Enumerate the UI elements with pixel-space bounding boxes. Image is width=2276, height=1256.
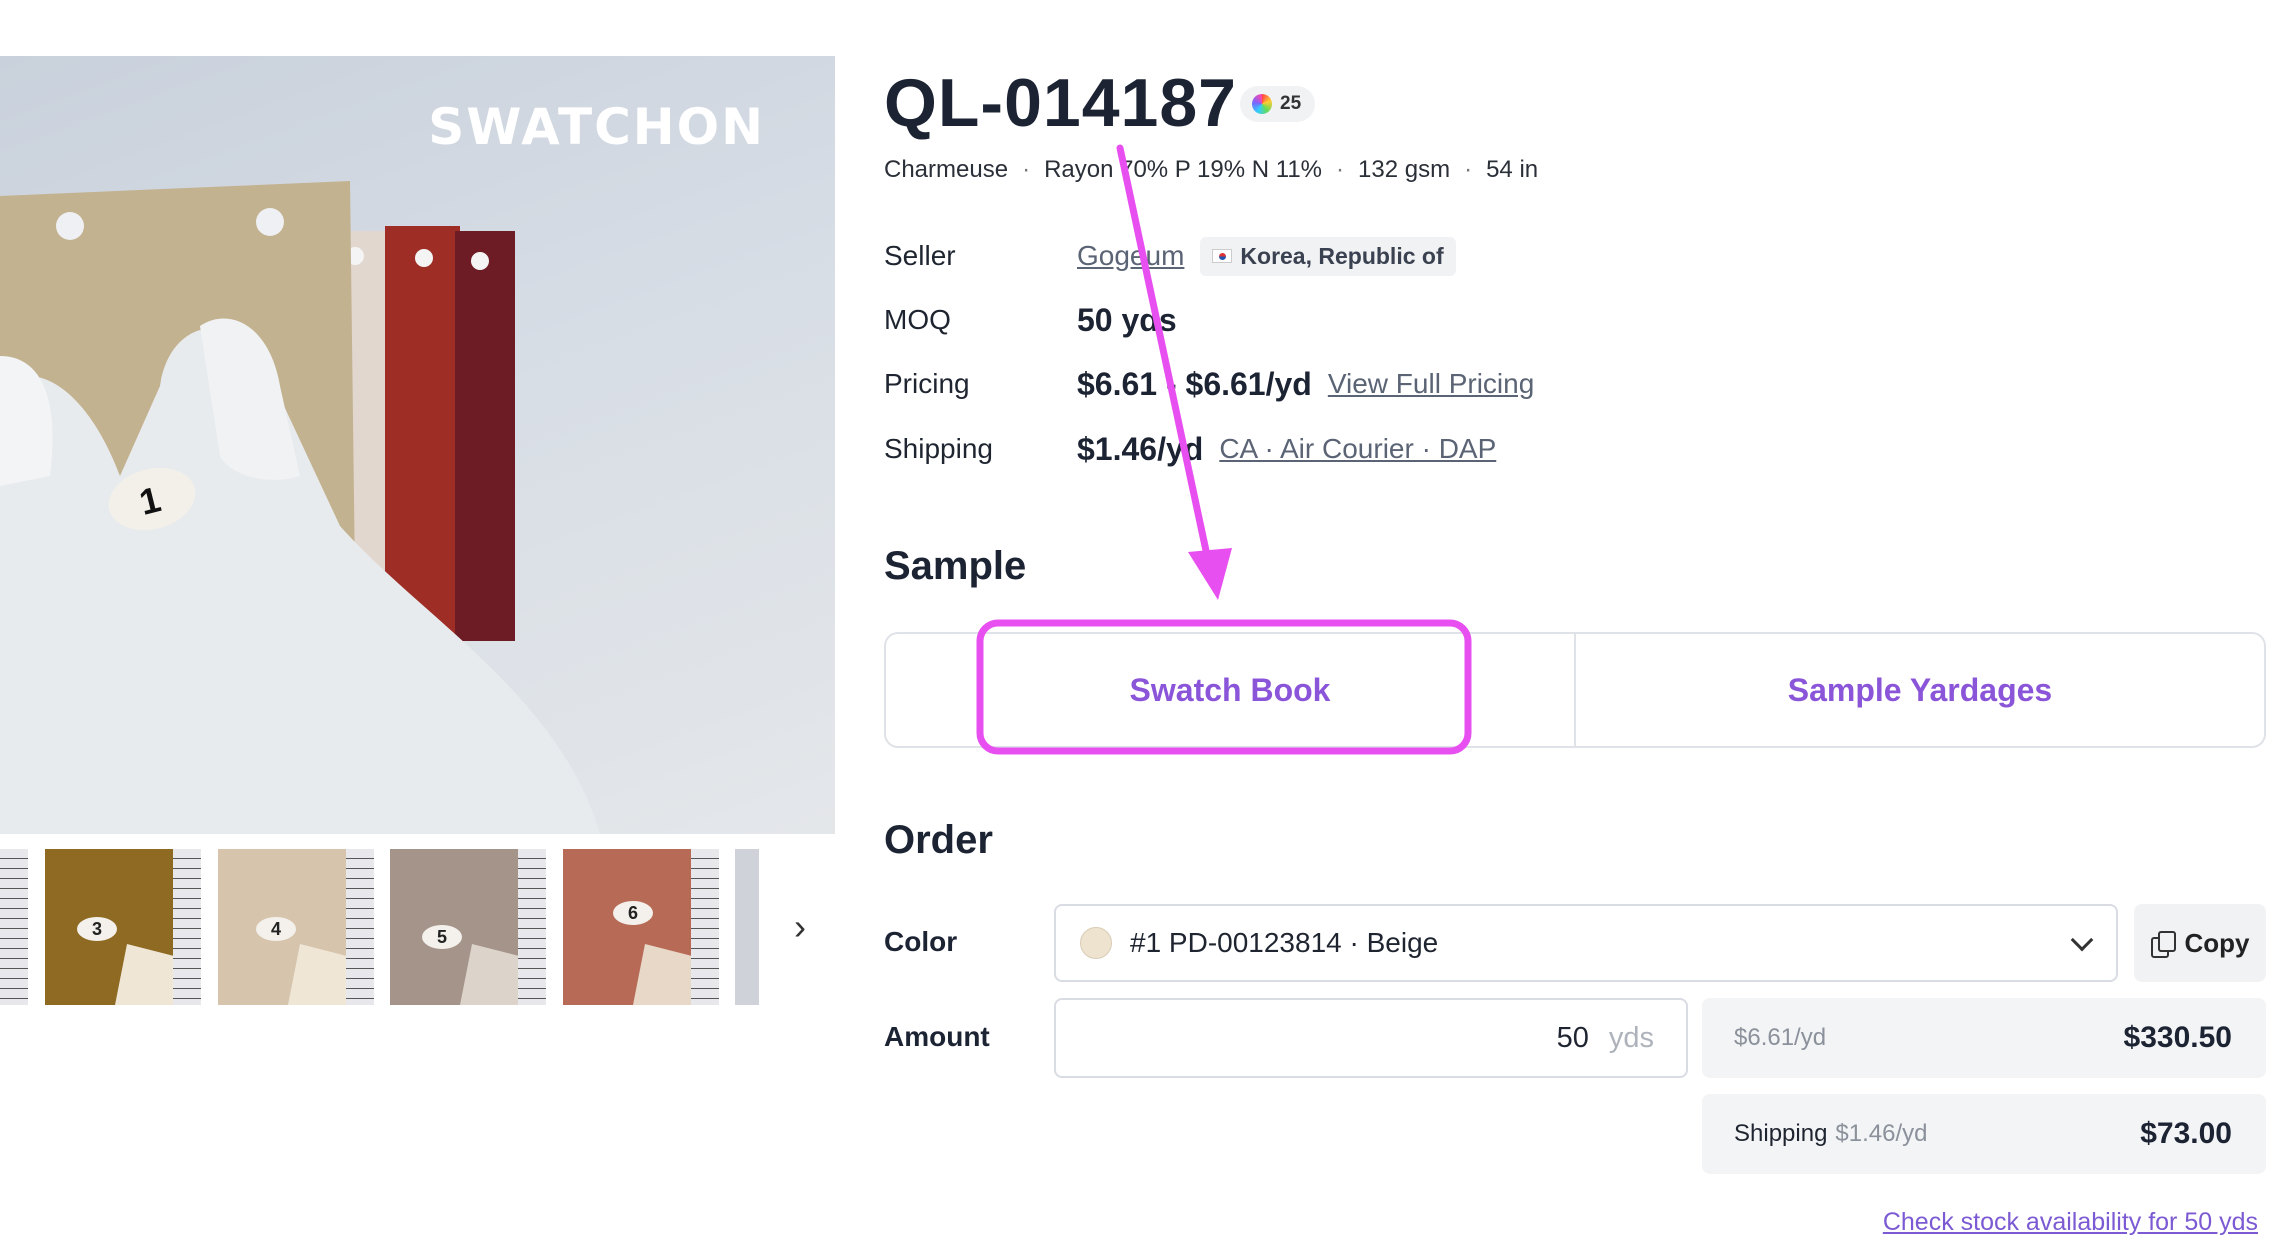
view-full-pricing-link[interactable]: View Full Pricing [1328, 368, 1534, 400]
shipping-total: $73.00 [2140, 1117, 2232, 1150]
shipping-cost-label: Shipping [1734, 1120, 1828, 1147]
copy-icon [2150, 931, 2176, 958]
spec-weave: Charmeuse [884, 156, 1009, 183]
order-section-title: Order [884, 818, 993, 862]
thumbnail-4[interactable]: 4 [218, 849, 374, 1005]
amount-input[interactable]: 50 yds [1054, 998, 1688, 1078]
sample-section-title: Sample [884, 544, 1027, 588]
sample-yardages-button[interactable]: Sample Yardages [1574, 634, 2264, 746]
seller-link[interactable]: Gogeum [1077, 240, 1184, 272]
shipping-cost-box: Shipping $1.46/yd $73.00 [1702, 1094, 2266, 1174]
brand-watermark: SWATCHON [428, 98, 765, 156]
moq-value: 50 yds [1077, 301, 1177, 338]
subtotal-box: $6.61/yd $330.50 [1702, 998, 2266, 1078]
chevron-right-icon[interactable]: › [780, 907, 820, 947]
spec-composition: Rayon 70% P 19% N 11% [1044, 156, 1323, 183]
color-wheel-icon [1252, 94, 1272, 114]
annotation-arrow-line [1116, 144, 1212, 564]
thumbnail-partial-right[interactable] [735, 849, 759, 1005]
thumbnail-strip: 3 4 5 6 › [0, 849, 835, 1005]
color-select[interactable]: #1 PD-00123814 · Beige [1054, 904, 2118, 982]
color-count-badge[interactable]: 25 [1240, 86, 1316, 122]
check-stock-link[interactable]: Check stock availability for 50 yds [1883, 1208, 2258, 1237]
product-main-image: SWATCHON 1 [0, 56, 835, 834]
thumbnail-5[interactable]: 5 [390, 849, 546, 1005]
thumbnail-3[interactable]: 3 [45, 849, 201, 1005]
color-swatch-dot [1080, 927, 1112, 959]
thumbnail-6[interactable]: 6 [563, 849, 719, 1005]
pricing-value: $6.61 - $6.61/yd [1077, 365, 1312, 402]
amount-label: Amount [884, 1021, 990, 1052]
subtotal-value: $330.50 [2123, 1021, 2232, 1054]
shipping-method-link[interactable]: CA · Air Courier · DAP [1219, 433, 1496, 465]
spec-weight: 132 gsm [1358, 156, 1451, 183]
unit-price: $6.61/yd [1734, 1024, 1827, 1051]
country-badge: Korea, Republic of [1200, 236, 1456, 276]
product-code: QL-014187 [884, 65, 1237, 141]
fabric-photo [0, 181, 600, 834]
product-specs: Charmeuse · Rayon 70% P 19% N 11% · 132 gsm ·… [884, 156, 1539, 183]
chevron-down-icon [2070, 928, 2094, 952]
thumbnail-partial[interactable] [0, 849, 28, 1005]
spec-width: 54 in [1486, 156, 1539, 183]
korea-flag-icon [1212, 249, 1233, 263]
shipping-rate: $1.46/yd [1835, 1120, 1928, 1147]
copy-button[interactable]: Copy [2134, 904, 2266, 982]
shipping-value: $1.46/yd [1077, 430, 1204, 467]
sample-options: Swatch Book Sample Yardages [884, 632, 2266, 748]
swatch-book-button[interactable]: Swatch Book [886, 634, 1574, 746]
color-label: Color [884, 926, 958, 957]
annotation-arrow-head [1188, 548, 1232, 600]
